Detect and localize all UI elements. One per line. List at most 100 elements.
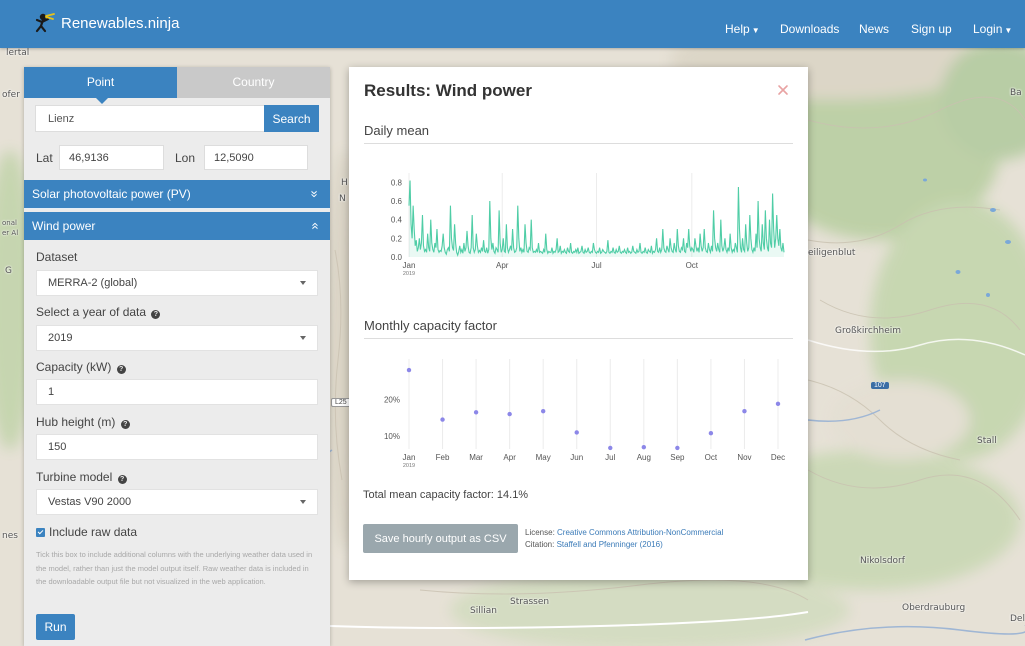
daily-y-tick: 0.8	[391, 178, 403, 187]
capacity-input[interactable]: 1	[36, 379, 318, 405]
dataset-value: MERRA-2 (global)	[48, 277, 138, 289]
daily-x-tick: Jul	[591, 261, 601, 270]
road-badge: 107	[871, 382, 889, 389]
coordinates-row: Lat Lon	[36, 145, 326, 171]
help-icon[interactable]: ?	[151, 310, 161, 319]
monthly-cf-title: Monthly capacity factor	[364, 318, 497, 333]
results-title: Results: Wind power	[364, 81, 532, 100]
section-divider	[24, 208, 330, 209]
help-icon[interactable]: ?	[117, 475, 127, 484]
monthly-cf-point[interactable]	[507, 411, 512, 417]
map-label: N	[339, 194, 346, 204]
section-wind-power[interactable]: Wind power »	[24, 212, 330, 240]
monthly-x-tick-year: 2019	[403, 463, 415, 469]
monthly-x-tick: Nov	[737, 453, 751, 462]
nav-signup[interactable]: Sign up	[911, 22, 952, 36]
search-button[interactable]: Search	[264, 105, 319, 132]
include-raw-row[interactable]: Include raw data	[36, 525, 137, 539]
tab-country[interactable]: Country	[177, 67, 330, 98]
map-label: Strassen	[510, 597, 550, 607]
navbar: Renewables.ninja Help ▼ Downloads News Si…	[0, 0, 1025, 48]
lat-input[interactable]	[59, 145, 164, 170]
map-label: er Al	[2, 229, 19, 237]
year-select[interactable]: 2019	[36, 325, 318, 351]
monthly-cf-point[interactable]	[440, 417, 445, 422]
monthly-cf-point[interactable]	[540, 408, 546, 414]
daily-y-tick: 0.6	[391, 197, 403, 206]
map-label: Nikolsdorf	[860, 556, 905, 566]
monthly-x-tick: Mar	[469, 453, 483, 462]
road-badge: L25	[331, 398, 351, 407]
citation-label: Citation:	[525, 540, 555, 549]
select-caret-icon	[300, 281, 306, 285]
monthly-cf-point[interactable]	[608, 445, 613, 451]
monthly-capacity-chart[interactable]: 10% 20% Jan Feb Mar Apr May Jun Jul Aug Sep Oct Nov D…	[364, 349, 794, 479]
monthly-x-tick: Jul	[605, 453, 615, 462]
monthly-y-tick: 10%	[384, 432, 400, 441]
map-label: Großkirchheim	[835, 326, 902, 336]
monthly-x-tick: Apr	[503, 453, 516, 462]
nav-news[interactable]: News	[859, 22, 889, 36]
daily-y-tick: 0.0	[391, 253, 403, 262]
section-wind-power-label: Wind power	[32, 219, 96, 233]
double-chevron-up-icon: »	[306, 222, 322, 230]
monthly-cf-point[interactable]	[742, 408, 747, 414]
monthly-cf-point[interactable]	[406, 367, 412, 373]
daily-x-tick-year: 2019	[403, 271, 415, 277]
map-label: lertal	[6, 48, 30, 58]
lat-label: Lat	[36, 151, 53, 165]
lon-label: Lon	[175, 151, 196, 165]
map-label: Del	[1010, 614, 1025, 624]
map-label: Sillian	[470, 606, 497, 616]
year-value: 2019	[48, 332, 73, 344]
hub-height-label: Hub height (m) ?	[36, 415, 130, 429]
caret-down-icon: ▼	[751, 26, 760, 35]
monthly-x-tick: Dec	[771, 453, 785, 462]
citation-link[interactable]: Staffell and Pfenninger (2016)	[557, 540, 663, 549]
monthly-x-tick: Jun	[570, 453, 583, 462]
daily-mean-title: Daily mean	[364, 123, 430, 138]
map-label: onal	[2, 219, 17, 227]
run-button[interactable]: Run	[36, 614, 75, 640]
monthly-cf-point[interactable]	[708, 431, 714, 436]
nav-help-label: Help	[725, 22, 750, 36]
include-raw-help-text: Tick this box to include additional colu…	[36, 550, 313, 586]
map-label: Stall	[977, 436, 997, 446]
nav-login-label: Login	[973, 22, 1003, 36]
daily-mean-chart[interactable]: 0.0 0.2 0.4 0.6 0.8 Jan Apr Jul Oct 2019	[364, 155, 794, 295]
location-search-input[interactable]	[35, 105, 265, 132]
nav-login[interactable]: Login ▼	[973, 22, 1012, 36]
include-raw-checkbox[interactable]	[36, 527, 45, 537]
hub-height-input[interactable]: 150	[36, 434, 318, 460]
tab-point[interactable]: Point	[24, 67, 177, 104]
map-label: ofer	[2, 90, 20, 100]
monthly-cf-point[interactable]	[641, 444, 647, 450]
help-icon[interactable]: ?	[120, 420, 130, 429]
license-label: License:	[525, 528, 555, 537]
dataset-select[interactable]: MERRA-2 (global)	[36, 270, 318, 296]
daily-x-tick: Oct	[686, 261, 699, 270]
nav-downloads[interactable]: Downloads	[780, 22, 839, 36]
save-csv-button[interactable]: Save hourly output as CSV	[363, 524, 518, 553]
turbine-label: Turbine model ?	[36, 470, 127, 484]
monthly-x-tick: Aug	[637, 453, 651, 462]
monthly-x-tick: May	[536, 453, 551, 462]
brand-link[interactable]: Renewables.ninja	[34, 13, 179, 33]
daily-y-tick: 0.4	[391, 216, 403, 225]
help-icon[interactable]: ?	[116, 365, 126, 374]
lon-input[interactable]	[204, 145, 308, 170]
license-link[interactable]: Creative Commons Attribution-NonCommerci…	[557, 528, 723, 537]
turbine-select[interactable]: Vestas V90 2000	[36, 489, 318, 515]
daily-x-tick: Apr	[496, 261, 509, 270]
nav-help[interactable]: Help ▼	[725, 22, 760, 36]
monthly-cf-point[interactable]	[775, 401, 781, 407]
map-label: nes	[2, 531, 18, 541]
map-label: Ba	[1010, 88, 1022, 98]
monthly-x-tick: Feb	[436, 453, 450, 462]
section-solar-pv[interactable]: Solar photovoltaic power (PV) »	[24, 180, 330, 208]
close-icon[interactable]	[776, 83, 790, 97]
monthly-cf-point[interactable]	[574, 430, 579, 435]
monthly-cf-point[interactable]	[675, 445, 680, 451]
caret-down-icon: ▼	[1004, 26, 1013, 35]
monthly-cf-point[interactable]	[473, 410, 479, 415]
